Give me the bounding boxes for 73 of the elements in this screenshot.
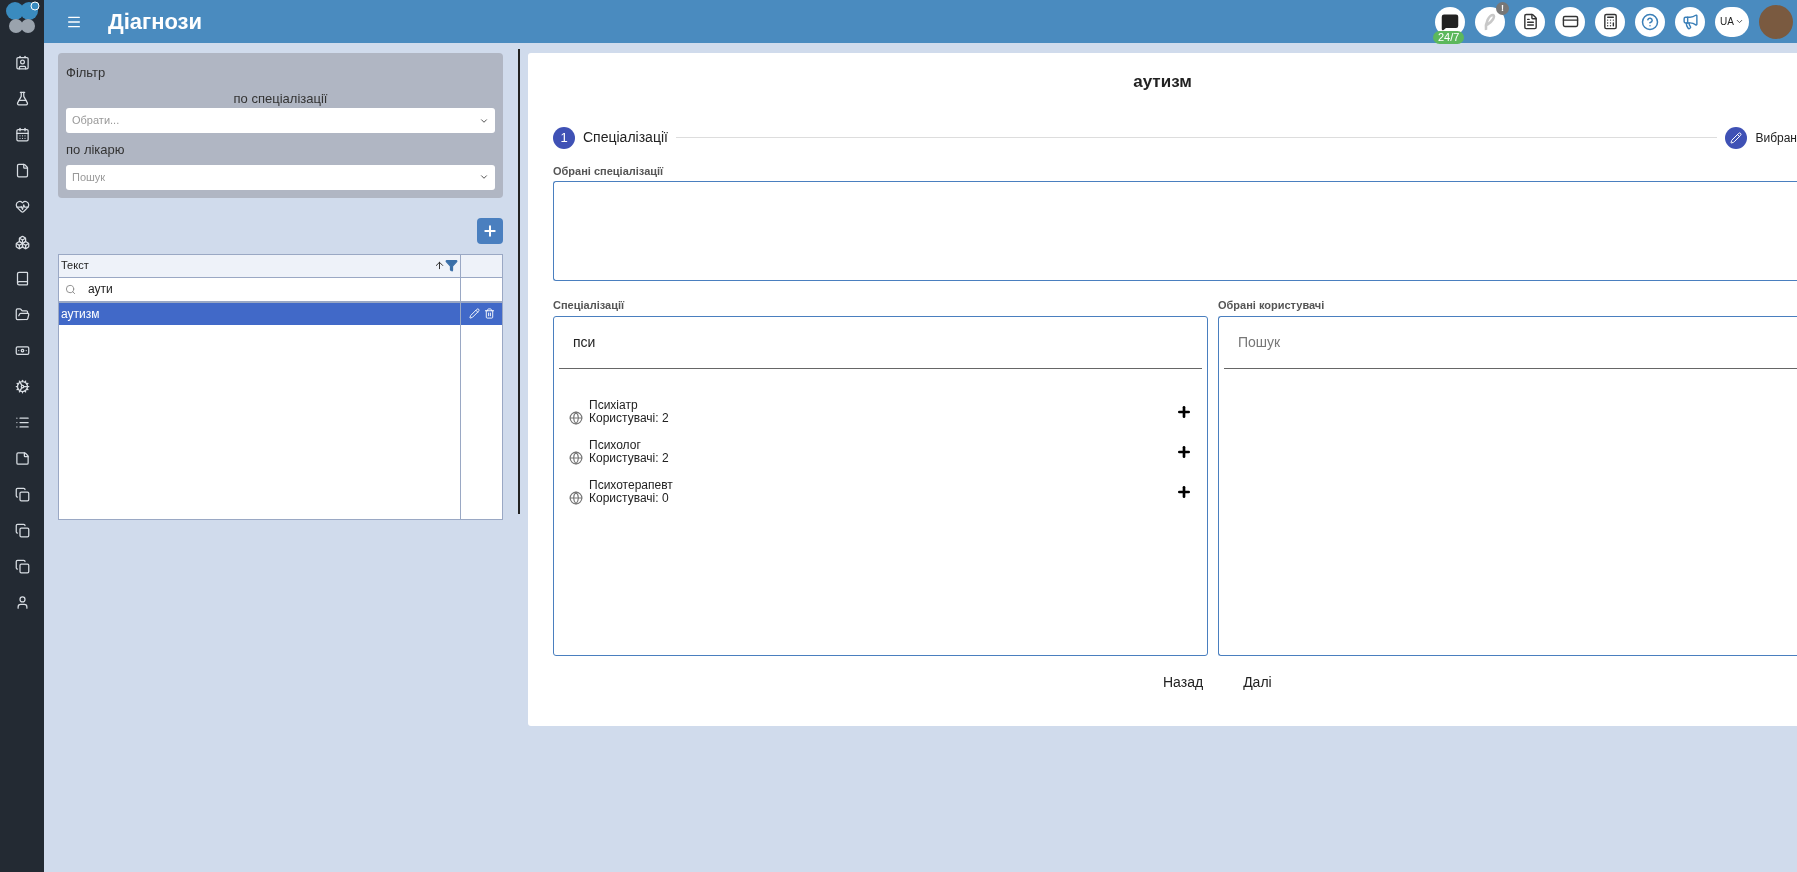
user-count: Користувачі: 0: [589, 491, 669, 505]
pdf-button[interactable]: [1515, 6, 1545, 37]
card-button[interactable]: [1555, 6, 1585, 37]
chat-icon: [1441, 12, 1459, 31]
user-count: Користувачі: 2: [589, 451, 669, 465]
editor-title: аутизм: [1133, 71, 1192, 93]
language-button[interactable]: UA: [1715, 6, 1749, 37]
add-icon[interactable]: [1176, 483, 1192, 500]
nav-button[interactable]: Назад: [1163, 671, 1204, 693]
specialization-name: Психіатр: [589, 398, 638, 412]
credit-card-icon: [1561, 13, 1579, 30]
step-label[interactable]: Вибран: [1755, 128, 1797, 147]
step-number: 1: [553, 126, 575, 149]
user-search-field[interactable]: Пошук: [1224, 316, 1797, 369]
book-icon[interactable]: [14, 271, 30, 286]
heart-pulse-icon[interactable]: [14, 199, 30, 214]
logo-button[interactable]: [1475, 6, 1505, 37]
specialization-name: Психотерапевт: [589, 478, 673, 492]
add-icon[interactable]: [1176, 443, 1192, 460]
megaphone-icon: [1681, 13, 1699, 30]
user-count: Користувачі: 2: [589, 411, 669, 425]
delete-icon[interactable]: [483, 308, 495, 319]
calendar-icon[interactable]: [14, 127, 30, 142]
add-icon[interactable]: [1176, 403, 1192, 420]
copy-icon[interactable]: [14, 523, 30, 538]
help-button[interactable]: [1635, 6, 1665, 37]
list-icon[interactable]: [14, 415, 30, 430]
folder-icon[interactable]: [14, 307, 30, 322]
calculator-icon: [1601, 13, 1619, 30]
filter-icon[interactable]: [445, 259, 458, 272]
caret-icon: [479, 172, 489, 182]
copy-icon[interactable]: [14, 559, 30, 574]
table-search-field[interactable]: аути: [59, 277, 461, 301]
field-label: Обрані спеціалізації: [553, 163, 665, 179]
plus-icon: [482, 222, 498, 239]
edit-icon[interactable]: [468, 308, 480, 319]
sort-icon[interactable]: [434, 260, 445, 271]
butterfly-logo-icon: [4, 1, 40, 35]
boxes-icon[interactable]: [14, 235, 30, 250]
document-icon[interactable]: [14, 163, 30, 178]
specialization-item[interactable]: Психіатр Користувачі: 2: [569, 398, 1192, 425]
filter-title: Фільтр: [66, 64, 107, 82]
search-icon: [65, 283, 76, 295]
step-label[interactable]: Спеціалізації: [583, 127, 668, 148]
step-edit-icon: [1725, 126, 1748, 149]
document-icon: [1521, 13, 1539, 30]
banknote-icon[interactable]: [14, 343, 30, 358]
filter-label: по лікарю: [66, 141, 126, 159]
nav-button[interactable]: Далі: [1243, 671, 1272, 693]
flask-icon[interactable]: [14, 91, 30, 106]
loop-logo-icon: [1483, 12, 1497, 31]
globe-icon: [569, 410, 583, 425]
note-icon[interactable]: [14, 451, 30, 466]
specialization-item[interactable]: Психолог Користувачі: 2: [569, 438, 1192, 465]
notice-badge: !: [1496, 1, 1509, 15]
column-header[interactable]: Текст: [61, 257, 89, 274]
globe-icon: [569, 450, 583, 465]
megaphone-button[interactable]: [1675, 6, 1705, 37]
filter-label: по спеціалізації: [233, 89, 328, 108]
globe-icon: [569, 490, 583, 505]
field-label: Обрані користувачі: [1218, 298, 1326, 313]
copy-icon[interactable]: [14, 487, 30, 502]
specialization-name: Психолог: [589, 438, 642, 452]
specialization-search-field[interactable]: пси: [559, 316, 1202, 369]
caret-icon: [1734, 17, 1744, 26]
specialization-item[interactable]: Психотерапевт Користувачі: 0: [569, 478, 1192, 505]
field-label: Спеціалізації: [553, 298, 626, 313]
add-button[interactable]: [477, 217, 503, 244]
page-title: Діагнози: [108, 8, 203, 36]
calculator-button[interactable]: [1595, 6, 1625, 37]
help-icon: [1641, 12, 1659, 31]
contact-card-icon[interactable]: [14, 55, 30, 70]
person-icon[interactable]: [14, 595, 30, 610]
